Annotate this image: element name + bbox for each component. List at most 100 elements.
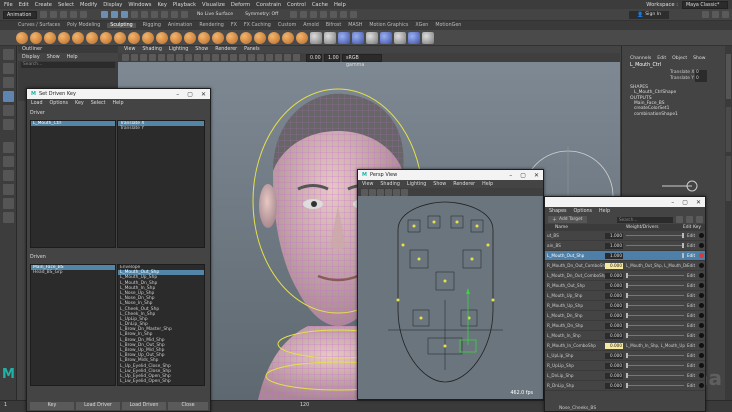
shape-editor-menu-options[interactable]: Options (574, 209, 593, 214)
menu-key[interactable]: Key (157, 2, 166, 8)
smooth-shade-icon[interactable] (221, 54, 228, 61)
shape-edit-button[interactable]: Edit (687, 373, 697, 378)
undo-icon[interactable] (70, 11, 77, 18)
key-button[interactable]: Key (30, 402, 74, 410)
attribute-editor-icon[interactable] (350, 11, 358, 18)
render-frame-icon[interactable] (300, 11, 308, 18)
blend-icon[interactable] (408, 31, 420, 44)
start-frame[interactable]: 1 (4, 403, 7, 408)
viewport-menu-view[interactable]: View (124, 47, 135, 52)
ipr-render-icon[interactable] (310, 11, 318, 18)
shape-weight-field[interactable]: 0.000 (605, 282, 623, 289)
tool-settings-side-tab[interactable] (726, 156, 731, 201)
menu-deform[interactable]: Deform (231, 2, 250, 8)
scrape-tool-icon[interactable] (170, 31, 182, 44)
edit-column-header[interactable]: Edit (683, 225, 693, 230)
persp-menu-view[interactable]: View (362, 182, 373, 187)
grid-icon[interactable] (158, 54, 165, 61)
shape-weight-field[interactable]: 0.000 (605, 332, 623, 339)
save-scene-icon[interactable] (60, 11, 67, 18)
camera-attr-icon[interactable] (131, 54, 138, 61)
shape-edit-button[interactable]: Edit (687, 333, 697, 338)
shelf-tab-xgen[interactable]: XGen (415, 23, 428, 28)
channel-box-side-tab[interactable] (726, 54, 731, 99)
workspace-dropdown[interactable]: Maya Classic* (682, 0, 728, 9)
shape-row[interactable]: L_Mouth_Dn_Shp 0.000 Edit (545, 311, 705, 321)
gate-mask-icon[interactable] (185, 54, 192, 61)
snap-grid-icon[interactable] (131, 11, 138, 18)
shape-row[interactable]: R_Mouth_Dn_Out_ComboShp 0.000 L_Mouth_Out_… (545, 261, 705, 271)
menu-windows[interactable]: Windows (128, 2, 151, 8)
shelf-tab-motion-graphics[interactable]: Motion Graphics (369, 23, 408, 28)
new-scene-icon[interactable] (40, 11, 47, 18)
slider-handle[interactable] (682, 243, 684, 248)
light-icon[interactable] (393, 188, 400, 196)
wireframe-icon[interactable] (377, 188, 384, 196)
stamp-icon[interactable] (338, 31, 350, 44)
shape-weight-field[interactable]: 0.000 (605, 312, 623, 319)
shape-row[interactable]: R_DnLip_Shp 0.000 Edit (545, 381, 705, 391)
playblast-icon[interactable] (340, 11, 348, 18)
shape-row[interactable]: R_Mouth_Dn_Shp 0.000 Edit (545, 321, 705, 331)
image-plane-icon[interactable] (149, 54, 156, 61)
mesh-icon[interactable] (394, 31, 406, 44)
name-column-header[interactable]: Name (545, 225, 626, 230)
close-icon[interactable]: ✕ (201, 91, 206, 98)
xray-icon[interactable] (293, 54, 300, 61)
menu-modify[interactable]: Modify (80, 2, 97, 8)
slider-handle[interactable] (682, 253, 684, 258)
driver-attr-item[interactable]: Translate Y (118, 126, 204, 131)
slider-handle[interactable] (682, 233, 684, 238)
shape-edit-button[interactable]: Edit (687, 363, 697, 368)
aa-icon[interactable] (275, 54, 282, 61)
viewport-menu-shading[interactable]: Shading (142, 47, 162, 52)
unmask-tool-icon[interactable] (296, 31, 308, 44)
channel-tab-show[interactable]: Show (693, 56, 705, 61)
shape-weight-field[interactable]: 0.000 (605, 302, 623, 309)
shape-weight-slider[interactable] (626, 293, 684, 298)
graph-layout-icon[interactable] (3, 198, 14, 209)
driven-attr-list[interactable]: Envelope L_Mouth_Out_Shp L_Mouth_Up_Shp L_M… (117, 264, 205, 386)
sign-in-button[interactable]: 👤 Sign In (629, 10, 669, 19)
close-button[interactable]: Close (168, 402, 208, 410)
shape-weight-slider[interactable] (626, 243, 684, 248)
shape-edit-button[interactable]: Edit (687, 253, 697, 258)
shape-editor-menu-help[interactable]: Help (599, 209, 610, 214)
driven-object-item[interactable]: Head_BS_Grp (31, 270, 115, 275)
shape-weight-slider[interactable] (626, 363, 684, 368)
shape-key-icon[interactable] (699, 233, 704, 238)
shelf-tab-bifrost[interactable]: Bifrost (326, 23, 342, 28)
shape-weight-field[interactable]: 1.000 (605, 252, 623, 259)
weight-column-header[interactable]: Weight/Drivers (626, 225, 683, 230)
shape-edit-button[interactable]: Edit (687, 233, 697, 238)
shape-key-icon[interactable] (699, 343, 704, 348)
persp-menu-lighting[interactable]: Lighting (407, 182, 426, 187)
shelf-tab-motiongen[interactable]: MotionGen (435, 23, 461, 28)
last-tool-icon[interactable] (3, 142, 14, 153)
slider-handle[interactable] (626, 303, 628, 308)
shape-weight-field[interactable]: 0.000 (605, 352, 623, 359)
menu-select[interactable]: Select (58, 2, 74, 8)
close-icon[interactable]: ✕ (696, 199, 701, 206)
shape-weight-slider[interactable] (626, 233, 684, 238)
move-tool-icon[interactable] (3, 91, 14, 102)
shape-row[interactable]: ut_BS 1.000 Edit (545, 231, 705, 241)
slider-handle[interactable] (626, 383, 628, 388)
amplify-tool-icon[interactable] (240, 31, 252, 44)
menu-file[interactable]: File (4, 2, 13, 8)
shape-row[interactable]: ain_BS 1.000 Edit (545, 241, 705, 251)
shape-row[interactable]: L_Mouth_Up_Shp 0.000 Edit (545, 291, 705, 301)
smooth-tool-icon[interactable] (30, 31, 42, 44)
foamy-tool-icon[interactable] (100, 31, 112, 44)
shape-key-icon[interactable] (699, 383, 704, 388)
shape-row[interactable]: L_Mouth_Out_Shp 1.000 Edit (545, 251, 705, 261)
menu-create[interactable]: Create (35, 2, 52, 8)
shape-weight-slider[interactable] (626, 313, 684, 318)
load-driven-button[interactable]: Load Driven (122, 402, 166, 410)
camera-icon[interactable] (122, 54, 129, 61)
wire-on-shaded-icon[interactable] (230, 54, 237, 61)
relax-tool-icon[interactable] (44, 31, 56, 44)
knife-tool-icon[interactable] (198, 31, 210, 44)
outliner-menu-show[interactable]: Show (47, 55, 60, 60)
shape-row[interactable]: L_DnLip_Shp 0.000 Edit (545, 371, 705, 381)
